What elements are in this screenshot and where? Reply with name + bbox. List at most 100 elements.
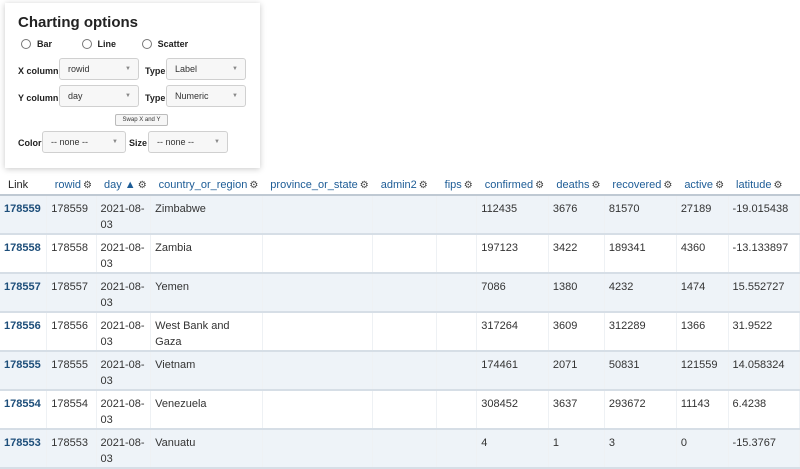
column-header-link: Link xyxy=(0,174,47,196)
panel-title: Charting options xyxy=(18,14,138,31)
column-header-province[interactable]: province_or_state ⚙ xyxy=(262,174,373,196)
gear-icon[interactable]: ⚙ xyxy=(535,180,544,191)
cell-fips xyxy=(436,195,478,235)
cell-province xyxy=(262,429,374,469)
row-link[interactable]: 178555 xyxy=(4,359,41,371)
radio-circle-icon xyxy=(81,39,92,49)
cell-admin2 xyxy=(372,195,438,235)
cell-country: West Bank and Gaza xyxy=(150,312,263,352)
radio-circle-icon xyxy=(21,39,31,49)
radio-bar[interactable]: Bar xyxy=(21,39,52,49)
y-column-label: Y column xyxy=(18,93,59,103)
cell-admin2 xyxy=(372,351,438,391)
cell-country: Yemen xyxy=(150,273,263,313)
column-header-active[interactable]: active ⚙ xyxy=(676,174,729,196)
table-header-row: Link rowid ⚙ day ▲ ⚙ country_or_region ⚙ pr… xyxy=(0,174,800,196)
gear-icon[interactable]: ⚙ xyxy=(360,180,369,191)
cell-deaths: 3676 xyxy=(548,195,605,235)
cell-country: Vietnam xyxy=(150,351,263,391)
table-row: 178558 178558 2021-08-03 Zambia 197123 3422 18… xyxy=(0,234,800,274)
cell-day: 2021-08-03 xyxy=(96,234,152,274)
gear-icon[interactable]: ⚙ xyxy=(663,180,672,191)
cell-active: 27189 xyxy=(676,195,729,235)
row-link[interactable]: 178558 xyxy=(4,242,41,254)
cell-link[interactable]: 178555 xyxy=(0,351,48,391)
row-link[interactable]: 178554 xyxy=(4,398,41,410)
charting-options-panel: Charting options Bar Line Scatter X colu… xyxy=(5,3,260,168)
cell-link[interactable]: 178557 xyxy=(0,273,48,313)
column-header-confirmed[interactable]: confirmed ⚙ xyxy=(476,174,549,196)
cell-day: 2021-08-03 xyxy=(96,351,152,391)
gear-icon[interactable]: ⚙ xyxy=(591,180,600,191)
size-label: Size xyxy=(129,138,148,148)
row-link[interactable]: 178553 xyxy=(4,437,41,449)
cell-admin2 xyxy=(372,273,438,313)
cell-recovered: 3 xyxy=(604,429,677,469)
column-header-recovered[interactable]: recovered ⚙ xyxy=(604,174,677,196)
gear-icon[interactable]: ⚙ xyxy=(715,180,724,191)
radio-scatter[interactable]: Scatter xyxy=(141,39,188,49)
y-type-select[interactable]: Numeric ▼ xyxy=(166,85,246,107)
cell-day: 2021-08-03 xyxy=(96,312,152,352)
cell-link[interactable]: 178556 xyxy=(0,312,48,352)
cell-link[interactable]: 178558 xyxy=(0,234,48,274)
cell-province xyxy=(262,312,374,352)
cell-admin2 xyxy=(372,234,438,274)
x-type-select[interactable]: Label ▼ xyxy=(166,58,246,80)
cell-day: 2021-08-03 xyxy=(96,429,152,469)
size-select[interactable]: -- none -- ▼ xyxy=(148,131,228,153)
table-row: 178554 178554 2021-08-03 Venezuela 308452 363… xyxy=(0,390,800,430)
gear-icon[interactable]: ⚙ xyxy=(774,180,783,191)
column-header-fips[interactable]: fips ⚙ xyxy=(436,174,477,196)
row-link[interactable]: 178557 xyxy=(4,281,41,293)
cell-rowid: 178559 xyxy=(46,195,97,235)
column-header-latitude[interactable]: latitude ⚙ xyxy=(728,174,800,196)
column-header-admin2[interactable]: admin2 ⚙ xyxy=(372,174,437,196)
cell-link[interactable]: 178559 xyxy=(0,195,48,235)
cell-latitude: -19.015438 xyxy=(728,195,800,235)
table-row: 178555 178555 2021-08-03 Vietnam 174461 2071 5… xyxy=(0,351,800,391)
x-column-select[interactable]: rowid ▼ xyxy=(59,58,139,80)
cell-latitude: 31.9522 xyxy=(728,312,800,352)
gear-icon[interactable]: ⚙ xyxy=(83,180,92,191)
gear-icon[interactable]: ⚙ xyxy=(464,180,473,191)
swap-x-y-button[interactable]: Swap X and Y xyxy=(115,114,168,126)
cell-rowid: 178554 xyxy=(46,390,97,430)
gear-icon[interactable]: ⚙ xyxy=(419,180,428,191)
cell-province xyxy=(262,195,374,235)
color-select[interactable]: -- none -- ▼ xyxy=(42,131,126,153)
cell-link[interactable]: 178553 xyxy=(0,429,48,469)
cell-link[interactable]: 178554 xyxy=(0,390,48,430)
column-header-deaths[interactable]: deaths ⚙ xyxy=(548,174,605,196)
cell-active: 0 xyxy=(676,429,729,469)
cell-latitude: 6.4238 xyxy=(728,390,800,430)
radio-line[interactable]: Line xyxy=(81,39,116,49)
cell-recovered: 312289 xyxy=(604,312,677,352)
cell-confirmed: 7086 xyxy=(476,273,549,313)
x-column-label: X column xyxy=(18,66,59,76)
column-header-country[interactable]: country_or_region ⚙ xyxy=(150,174,263,196)
cell-admin2 xyxy=(372,390,438,430)
cell-rowid: 178555 xyxy=(46,351,97,391)
cell-active: 121559 xyxy=(676,351,729,391)
column-header-rowid[interactable]: rowid ⚙ xyxy=(46,174,96,196)
chevron-down-icon: ▼ xyxy=(214,139,220,145)
cell-active: 4360 xyxy=(676,234,729,274)
cell-recovered: 81570 xyxy=(604,195,677,235)
column-header-day[interactable]: day ▲ ⚙ xyxy=(96,174,151,196)
cell-fips xyxy=(436,273,478,313)
chevron-down-icon: ▼ xyxy=(125,93,131,99)
cell-country: Venezuela xyxy=(150,390,263,430)
gear-icon[interactable]: ⚙ xyxy=(138,180,147,191)
cell-active: 1366 xyxy=(676,312,729,352)
cell-latitude: 15.552727 xyxy=(728,273,800,313)
row-link[interactable]: 178556 xyxy=(4,320,41,332)
cell-deaths: 3637 xyxy=(548,390,605,430)
cell-rowid: 178558 xyxy=(46,234,97,274)
cell-admin2 xyxy=(372,429,438,469)
row-link[interactable]: 178559 xyxy=(4,203,41,215)
cell-latitude: 14.058324 xyxy=(728,351,800,391)
gear-icon[interactable]: ⚙ xyxy=(249,180,258,191)
y-column-select[interactable]: day ▼ xyxy=(59,85,139,107)
cell-fips xyxy=(436,234,478,274)
